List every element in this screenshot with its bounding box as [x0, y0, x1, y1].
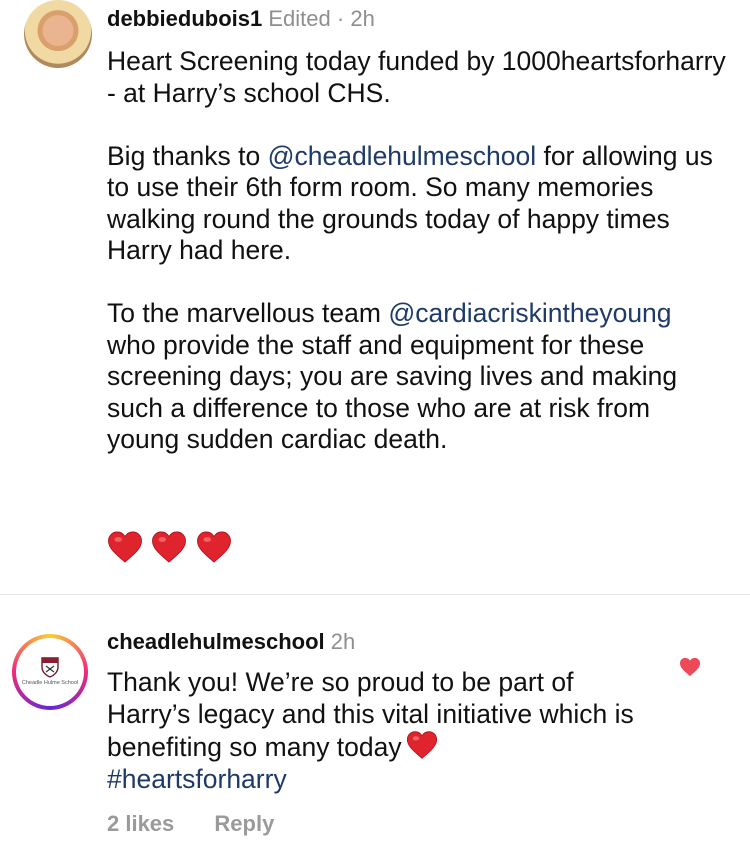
mention-link[interactable]: @cardiacriskintheyoung	[388, 298, 671, 328]
comment-body: Thank you! We’re so proud to be part of …	[107, 667, 634, 762]
comment-actions: 2 likes Reply	[107, 811, 308, 837]
reply-button[interactable]: Reply	[214, 811, 274, 836]
text-segment: who provide the staff and equipment for …	[107, 329, 678, 455]
avatar-caption: Cheadle Hulme School	[21, 680, 79, 686]
hashtag-link[interactable]: #heartsforharry	[107, 764, 287, 794]
comment-text: Thank you! We’re so proud to be part of …	[107, 667, 647, 795]
red-heart-icon	[406, 731, 437, 759]
text-segment: Big thanks to	[107, 140, 268, 171]
school-crest-icon	[41, 657, 59, 678]
comment-paragraph: Heart Screening today funded by 1000hear…	[107, 46, 726, 108]
heart-like-icon[interactable]	[679, 657, 701, 677]
comment-text: Heart Screening today funded by 1000hear…	[107, 46, 727, 456]
red-heart-icon	[108, 531, 142, 563]
comment-paragraph: Big thanks to @cheadlehulmeschool for al…	[107, 141, 727, 267]
heart-emoji-row	[107, 530, 236, 566]
edited-label: Edited	[268, 6, 331, 31]
red-heart-icon	[196, 531, 231, 563]
comment-username[interactable]: cheadlehulmeschool 2h	[107, 629, 355, 655]
red-heart-icon	[152, 531, 187, 563]
mention-link[interactable]: @cheadlehulmeschool	[268, 141, 537, 171]
timestamp: 2h	[330, 629, 356, 654]
text-segment: To the marvellous team	[107, 298, 389, 328]
comment-paragraph: To the marvellous team @cardiacriskinthe…	[107, 298, 727, 456]
meta-separator: ·	[336, 6, 345, 31]
avatar[interactable]: Cheadle Hulme School	[12, 634, 88, 710]
likes-count-button[interactable]: 2 likes	[107, 811, 174, 836]
comment-username[interactable]: debbiedubois1 Edited · 2h	[107, 6, 375, 32]
avatar[interactable]	[24, 0, 92, 68]
username-text[interactable]: cheadlehulmeschool	[107, 629, 325, 654]
username-text[interactable]: debbiedubois1	[107, 6, 262, 31]
timestamp: 2h	[350, 6, 375, 31]
avatar-inner: Cheadle Hulme School	[16, 638, 84, 706]
divider	[0, 594, 750, 595]
